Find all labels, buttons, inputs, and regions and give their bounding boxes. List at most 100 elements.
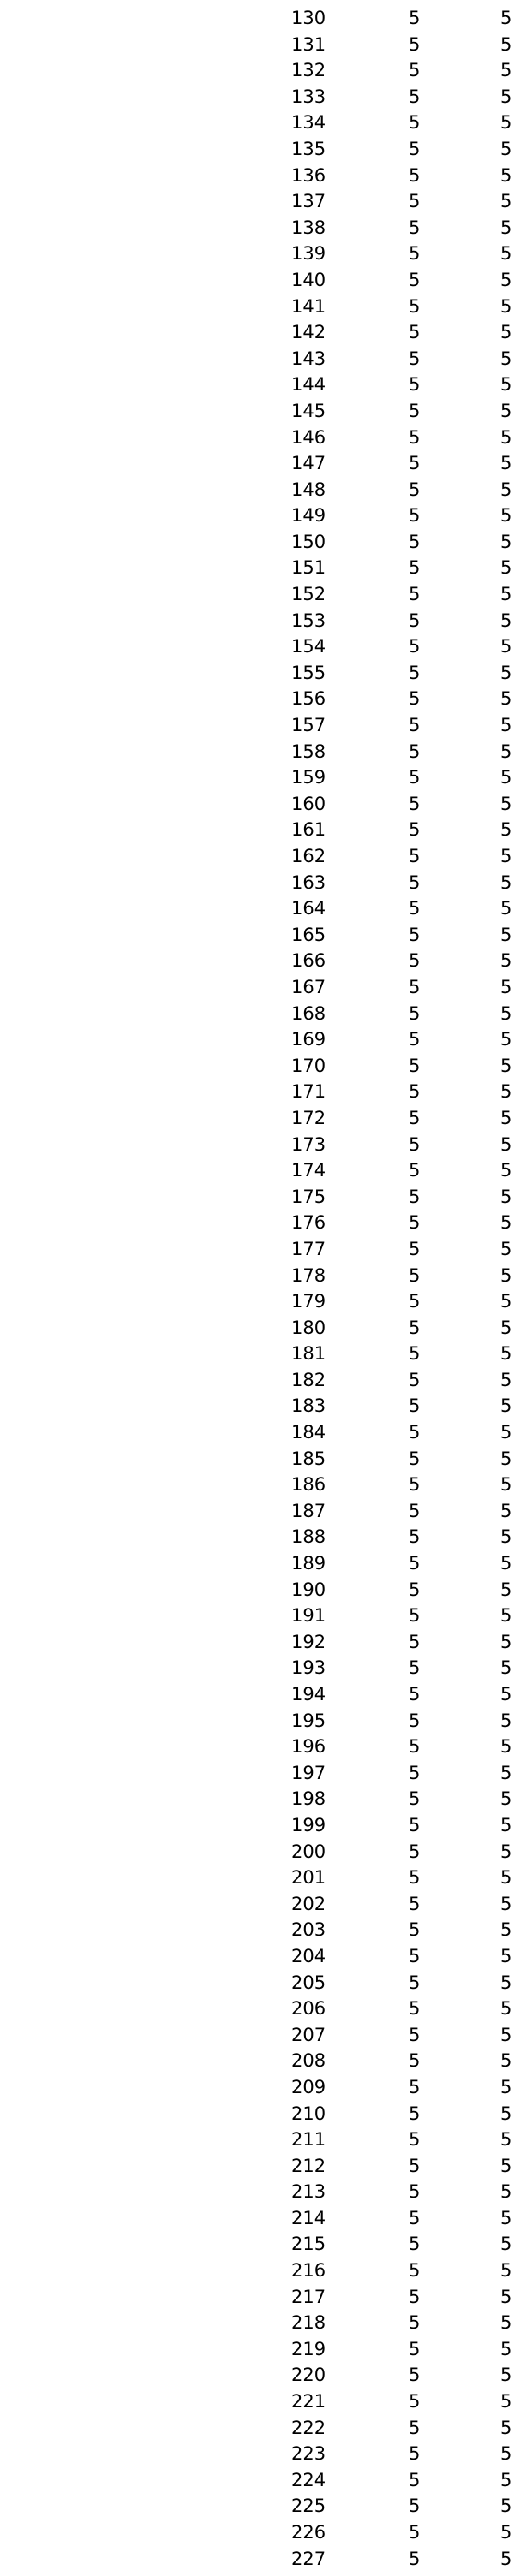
row-id-cell: 143 xyxy=(291,348,326,369)
value-a-cell: 5 xyxy=(409,1945,421,1966)
value-b-cell: 5 xyxy=(500,2260,512,2282)
table-row: 153 5 5 xyxy=(0,608,515,634)
table-row: 150 5 5 xyxy=(0,529,515,556)
table-row: 178 5 5 xyxy=(0,1263,515,1289)
row-id-cell: 178 xyxy=(291,1264,326,1286)
value-a-cell: 5 xyxy=(409,1055,421,1076)
value-b-cell: 5 xyxy=(500,2103,512,2124)
value-b-cell: 5 xyxy=(500,1684,512,1704)
value-a-cell: 5 xyxy=(409,400,421,421)
table-row: 198 5 5 xyxy=(0,1786,515,1812)
row-id-cell: 144 xyxy=(291,374,326,396)
table-row: 217 5 5 xyxy=(0,2284,515,2311)
value-b-cell: 5 xyxy=(500,1893,512,1914)
table-row: 221 5 5 xyxy=(0,2389,515,2415)
row-id-cell: 212 xyxy=(291,2155,326,2176)
value-b-cell: 5 xyxy=(500,400,512,421)
row-id-cell: 186 xyxy=(291,1474,326,1496)
value-b-cell: 5 xyxy=(500,531,512,552)
table-row: 220 5 5 xyxy=(0,2362,515,2389)
row-id-cell: 154 xyxy=(291,636,326,657)
value-a-cell: 5 xyxy=(409,2338,421,2359)
table-row: 157 5 5 xyxy=(0,712,515,739)
value-b-cell: 5 xyxy=(500,374,512,396)
row-id-cell: 190 xyxy=(291,1579,326,1600)
table-row: 215 5 5 xyxy=(0,2231,515,2258)
value-a-cell: 5 xyxy=(409,924,421,945)
table-row: 211 5 5 xyxy=(0,2127,515,2153)
table-row: 147 5 5 xyxy=(0,450,515,477)
table-row: 179 5 5 xyxy=(0,1288,515,1315)
table-row: 218 5 5 xyxy=(0,2310,515,2336)
value-b-cell: 5 xyxy=(500,688,512,710)
value-a-cell: 5 xyxy=(409,2129,421,2151)
row-id-cell: 170 xyxy=(291,1055,326,1076)
value-b-cell: 5 xyxy=(500,2050,512,2072)
value-b-cell: 5 xyxy=(500,976,512,997)
value-a-cell: 5 xyxy=(409,1841,421,1862)
value-b-cell: 5 xyxy=(500,1736,512,1758)
value-b-cell: 5 xyxy=(500,846,512,866)
row-id-cell: 192 xyxy=(291,1631,326,1652)
value-b-cell: 5 xyxy=(500,1788,512,1810)
value-a-cell: 5 xyxy=(409,2496,421,2517)
value-b-cell: 5 xyxy=(500,1526,512,1548)
row-id-cell: 174 xyxy=(291,1160,326,1181)
table-row: 137 5 5 xyxy=(0,188,515,215)
table-row: 145 5 5 xyxy=(0,398,515,425)
value-b-cell: 5 xyxy=(500,505,512,527)
row-id-cell: 198 xyxy=(291,1788,326,1810)
value-a-cell: 5 xyxy=(409,1762,421,1783)
table-row: 181 5 5 xyxy=(0,1341,515,1367)
value-b-cell: 5 xyxy=(500,2234,512,2255)
value-a-cell: 5 xyxy=(409,322,421,343)
value-b-cell: 5 xyxy=(500,1160,512,1181)
value-a-cell: 5 xyxy=(409,2234,421,2255)
value-b-cell: 5 xyxy=(500,2207,512,2228)
value-b-cell: 5 xyxy=(500,1867,512,1889)
value-b-cell: 5 xyxy=(500,295,512,317)
table-row: 223 5 5 xyxy=(0,2441,515,2467)
row-id-cell: 215 xyxy=(291,2234,326,2255)
row-id-cell: 171 xyxy=(291,1081,326,1103)
value-a-cell: 5 xyxy=(409,1291,421,1312)
row-id-cell: 164 xyxy=(291,898,326,919)
value-a-cell: 5 xyxy=(409,191,421,212)
value-a-cell: 5 xyxy=(409,767,421,788)
value-a-cell: 5 xyxy=(409,1579,421,1600)
value-b-cell: 5 xyxy=(500,112,512,134)
value-a-cell: 5 xyxy=(409,2286,421,2307)
value-b-cell: 5 xyxy=(500,2469,512,2490)
value-a-cell: 5 xyxy=(409,86,421,107)
value-b-cell: 5 xyxy=(500,1631,512,1652)
table-row: 176 5 5 xyxy=(0,1210,515,1236)
row-id-cell: 216 xyxy=(291,2260,326,2282)
value-a-cell: 5 xyxy=(409,1343,421,1365)
value-a-cell: 5 xyxy=(409,2181,421,2203)
row-id-cell: 209 xyxy=(291,2076,326,2097)
row-id-cell: 172 xyxy=(291,1107,326,1128)
value-b-cell: 5 xyxy=(500,322,512,343)
value-a-cell: 5 xyxy=(409,453,421,474)
value-a-cell: 5 xyxy=(409,164,421,186)
value-b-cell: 5 xyxy=(500,1369,512,1390)
table-row: 155 5 5 xyxy=(0,660,515,687)
value-a-cell: 5 xyxy=(409,1631,421,1652)
value-a-cell: 5 xyxy=(409,2548,421,2569)
value-b-cell: 5 xyxy=(500,2286,512,2307)
row-id-cell: 187 xyxy=(291,1500,326,1521)
table-row: 206 5 5 xyxy=(0,1996,515,2022)
value-a-cell: 5 xyxy=(409,1972,421,1993)
table-row: 152 5 5 xyxy=(0,581,515,608)
value-a-cell: 5 xyxy=(409,2312,421,2334)
value-b-cell: 5 xyxy=(500,8,512,28)
row-id-cell: 194 xyxy=(291,1684,326,1704)
table-row: 195 5 5 xyxy=(0,1708,515,1734)
table-row: 193 5 5 xyxy=(0,1655,515,1681)
row-id-cell: 135 xyxy=(291,138,326,159)
value-b-cell: 5 xyxy=(500,1998,512,2020)
table-row: 151 5 5 xyxy=(0,555,515,581)
row-id-cell: 227 xyxy=(291,2548,326,2569)
row-id-cell: 184 xyxy=(291,1422,326,1443)
value-a-cell: 5 xyxy=(409,1919,421,1941)
